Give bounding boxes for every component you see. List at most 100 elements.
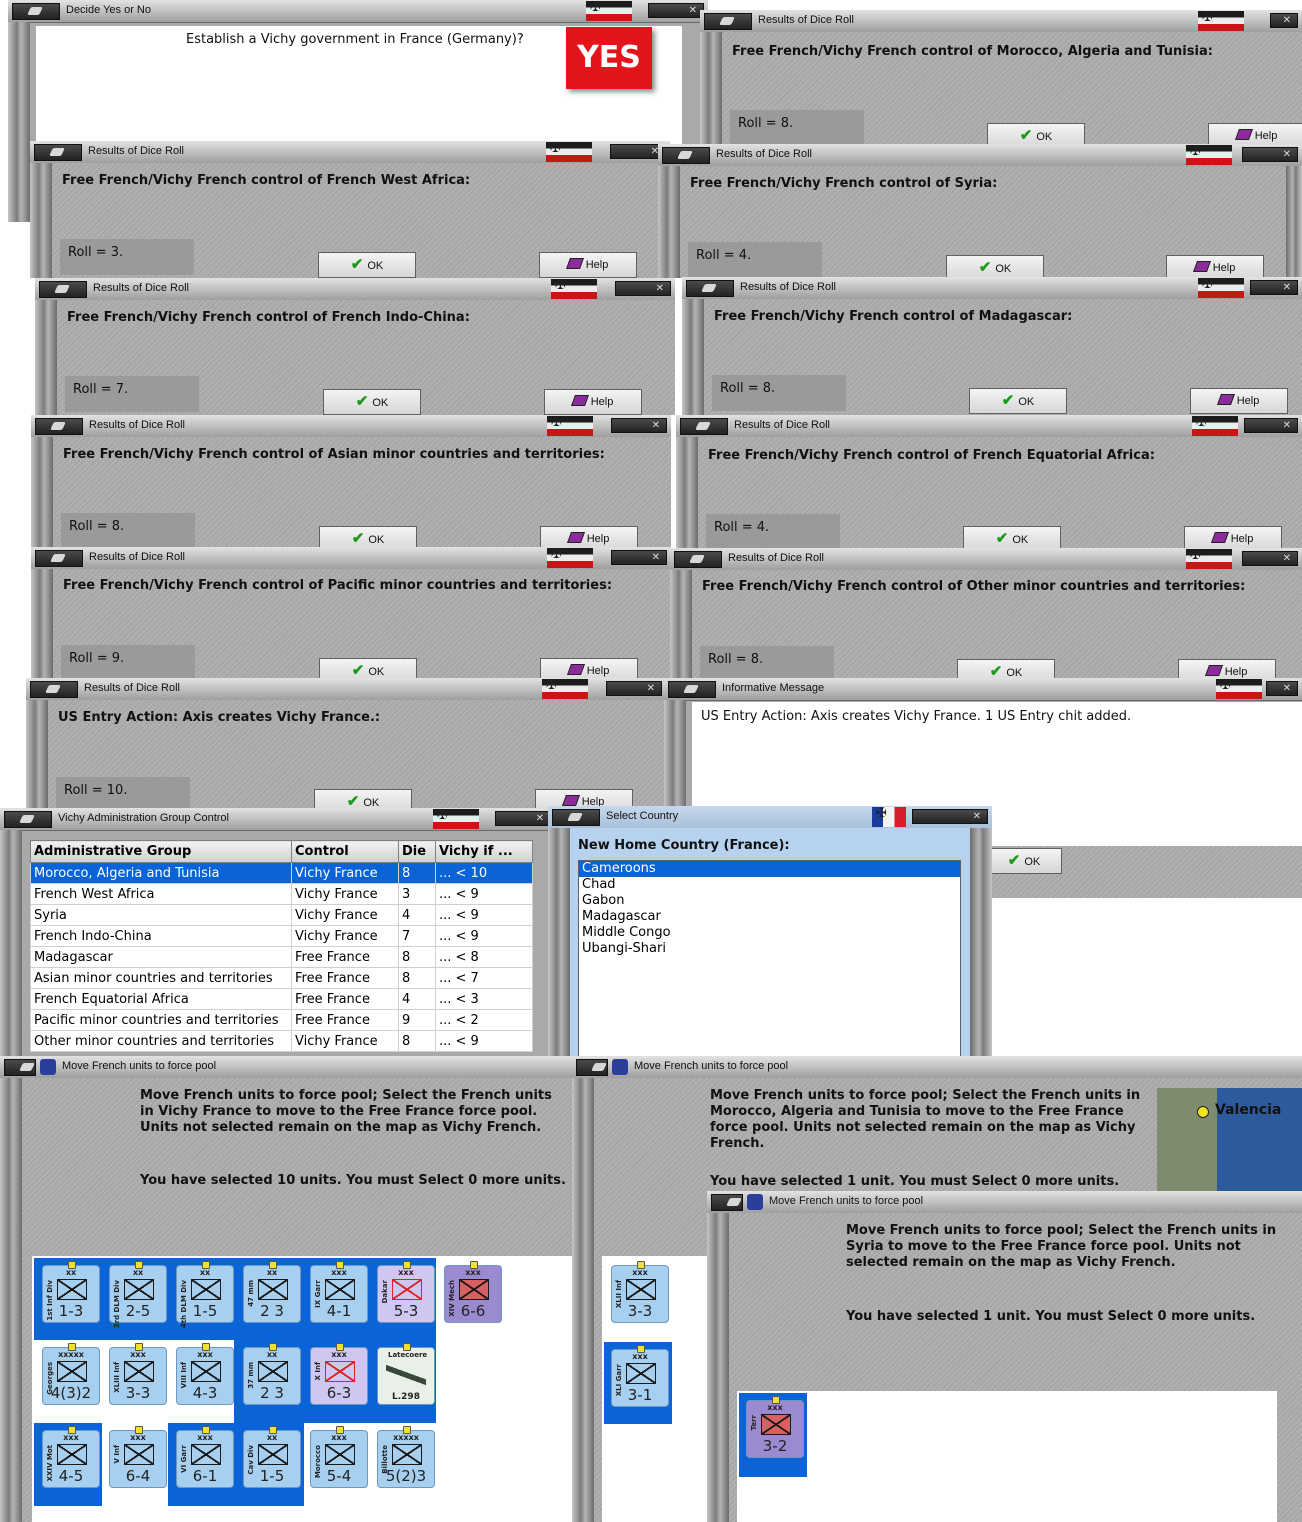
window-menu-icon[interactable] [662,147,710,164]
close-icon[interactable]: ✕ [648,3,704,18]
window-menu-icon[interactable] [39,281,87,298]
unit-counter[interactable]: xx 3rd DLM Div 2-5 [109,1261,167,1328]
unit-counter[interactable]: xxx V Inf 6-4 [109,1426,167,1488]
table-row[interactable]: Asian minor countries and territories Fre… [30,967,533,989]
titlebar[interactable]: Results of Dice Roll ✕ [30,141,670,164]
titlebar[interactable]: Select Country ✕ [548,806,992,829]
window-menu-icon[interactable] [576,1059,608,1076]
titlebar[interactable]: Results of Dice Roll ✕ [670,548,1302,571]
titlebar[interactable]: Results of Dice Roll ✕ [31,547,671,570]
help-button[interactable]: Help [1190,388,1288,414]
window-menu-icon[interactable] [12,3,60,20]
table-row[interactable]: Pacific minor countries and territories F… [30,1009,533,1031]
titlebar[interactable]: Results of Dice Roll ✕ [26,678,666,701]
unit-counter[interactable]: xxx VI Garr 6-1 [176,1426,234,1488]
window-menu-icon[interactable] [711,1194,743,1211]
help-button[interactable]: Help [1178,659,1276,679]
window-menu-icon[interactable] [680,418,728,435]
ok-button[interactable]: ✔ OK [987,123,1085,145]
unit-counter[interactable]: xxx XXIV Mot 4-5 [42,1426,100,1488]
ok-button[interactable]: ✔ OK [319,658,417,679]
table-row[interactable]: French West Africa Vichy France 3... < 9 [30,883,533,905]
close-icon[interactable]: ✕ [615,281,671,296]
ok-button[interactable]: ✔ OK [319,526,417,548]
ok-button[interactable]: ✔ OK [957,659,1055,679]
help-button[interactable]: Help [1184,526,1282,549]
country-list[interactable]: Cameroons Chad Gabon Madagascar Middle C… [578,860,961,1057]
unit-counter[interactable]: xx Cav Div 1-5 [243,1426,301,1488]
window-menu-icon[interactable] [35,418,83,435]
unit-counter[interactable]: xx 37 mm 2 3 [243,1343,301,1405]
ok-button[interactable]: ✔ OK [318,252,416,278]
map-thumbnail[interactable]: Valencia [1157,1088,1302,1192]
close-icon[interactable]: ✕ [611,418,667,433]
column-header[interactable]: Die [398,840,436,863]
close-icon[interactable]: ✕ [1270,13,1298,28]
window-menu-icon[interactable] [30,681,78,698]
unit-counter[interactable]: xxx XLII Inf 3-3 [611,1261,669,1323]
titlebar[interactable]: Results of Dice Roll ✕ [676,415,1302,438]
titlebar[interactable]: Move French units to force pool [572,1056,1302,1079]
window-menu-icon[interactable] [668,681,716,698]
window-menu-icon[interactable] [4,811,52,828]
titlebar[interactable]: Results of Dice Roll ✕ [700,10,1302,33]
titlebar[interactable]: Move French units to force pool [0,1056,578,1079]
window-menu-icon[interactable] [686,280,734,297]
close-icon[interactable]: ✕ [611,550,667,565]
close-icon[interactable]: ✕ [1250,280,1298,295]
titlebar[interactable]: Vichy Administration Group Control ✕ [0,808,555,831]
close-icon[interactable]: ✕ [1242,551,1298,566]
close-icon[interactable]: ✕ [1242,147,1298,162]
window-menu-icon[interactable] [552,809,600,826]
close-icon[interactable]: ✕ [1266,681,1298,696]
help-button[interactable]: Help [544,389,642,415]
help-button[interactable]: Help [1166,255,1264,278]
window-menu-icon[interactable] [35,550,83,567]
table-row[interactable]: Syria Vichy France 4... < 9 [30,904,533,926]
help-button[interactable]: Help [1208,123,1302,145]
list-item[interactable]: Chad [579,877,960,893]
help-button[interactable]: Help [540,658,638,679]
unit-counter[interactable]: Latecoere L.298 [377,1343,435,1405]
unit-counter[interactable]: xx 4th DLM Div 1-5 [176,1261,234,1328]
titlebar[interactable]: Decide Yes or No ✕ [8,0,708,23]
unit-counter[interactable]: xxxxx Georges 4(3)2 [42,1343,100,1405]
unit-counter[interactable]: xxx XIV Mech 6-6 [444,1261,502,1323]
unit-counter[interactable]: xxx IX Garr 4-1 [310,1261,368,1323]
close-icon[interactable]: ✕ [912,809,988,824]
table-row[interactable]: Madagascar Free France 8... < 8 [30,946,533,968]
column-header[interactable]: Vichy if ... [435,840,533,863]
titlebar[interactable]: Informative Message ✕ [664,678,1302,701]
unit-counter[interactable]: xxx Dakar 5-3 [377,1261,435,1323]
ok-button[interactable]: ✔ OK [323,389,421,415]
titlebar[interactable]: Move French units to force pool [707,1191,1302,1214]
yes-button[interactable]: YES [566,27,652,89]
help-button[interactable]: Help [539,252,637,278]
column-header[interactable]: Administrative Group [30,840,292,863]
unit-counter[interactable]: xxx Morocco 5-4 [310,1426,368,1488]
ok-button[interactable]: ✔ OK [946,255,1044,278]
unit-counter[interactable]: xxx XLI Garr 3-1 [611,1345,669,1407]
close-icon[interactable]: ✕ [606,681,662,696]
table-row[interactable]: French Equatorial Africa Free France 4... … [30,988,533,1010]
ok-button[interactable]: ✔ OK [963,526,1061,549]
window-menu-icon[interactable] [34,144,82,161]
table-row[interactable]: French Indo-China Vichy France 7... < 9 [30,925,533,947]
ok-button[interactable]: ✔ OK [986,848,1062,874]
list-item[interactable]: Cameroons [579,861,960,877]
list-item[interactable]: Gabon [579,893,960,909]
close-icon[interactable]: ✕ [1244,418,1298,433]
titlebar[interactable]: Results of Dice Roll ✕ [682,277,1302,300]
titlebar[interactable]: Results of Dice Roll ✕ [35,278,675,301]
unit-counter[interactable]: xxxxx Billotte 5(2)3 [377,1426,435,1488]
titlebar[interactable]: Results of Dice Roll ✕ [31,415,671,438]
unit-counter[interactable]: xxx X Inf 6-3 [310,1343,368,1405]
table-row[interactable]: Morocco, Algeria and Tunisia Vichy France… [30,862,533,884]
help-button[interactable]: Help [540,526,638,548]
window-menu-icon[interactable] [674,551,722,568]
unit-counter[interactable]: xxx XLIII Inf 3-3 [109,1343,167,1405]
window-menu-icon[interactable] [704,13,752,30]
table-row[interactable]: Other minor countries and territories Vic… [30,1030,533,1052]
unit-counter[interactable]: xxx VIII Inf 4-3 [176,1343,234,1405]
ok-button[interactable]: ✔ OK [969,388,1067,414]
